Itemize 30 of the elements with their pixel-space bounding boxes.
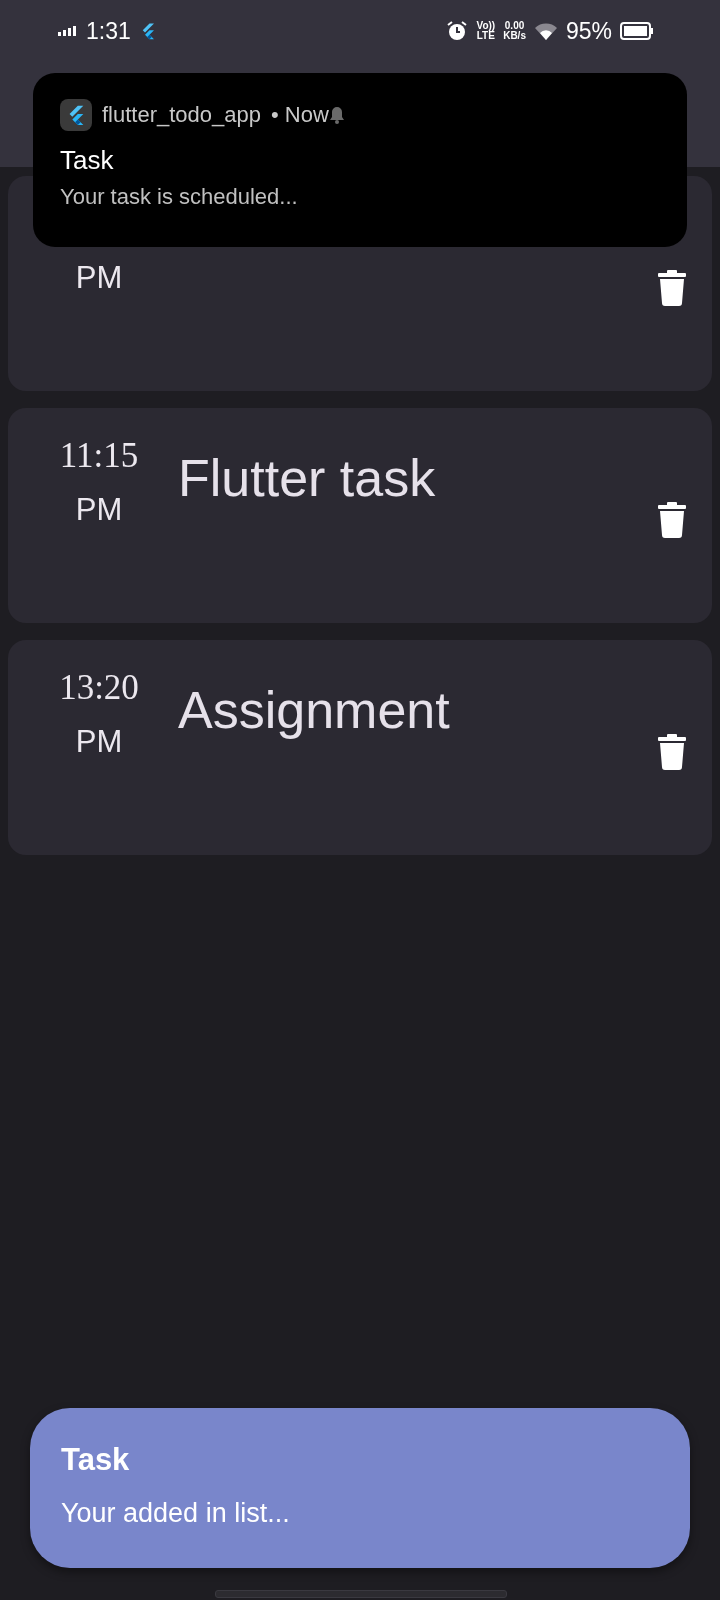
task-time: 13:20 xyxy=(59,667,139,709)
alarm-icon xyxy=(446,20,469,42)
task-card[interactable]: 13:20 PM Assignment xyxy=(8,640,712,855)
task-period: PM xyxy=(75,492,123,528)
notification-time: • Now xyxy=(271,102,329,128)
trash-icon[interactable] xyxy=(658,270,686,306)
task-period: PM xyxy=(75,260,123,296)
app-name: flutter_todo_app xyxy=(102,102,262,128)
clock-time: 1:31 xyxy=(86,17,131,45)
bell-icon xyxy=(328,106,345,124)
notification-body: Your task is scheduled... xyxy=(60,184,299,210)
trash-icon[interactable] xyxy=(658,502,686,538)
notification-title: Task xyxy=(60,145,115,176)
network-speed: 0.00 xyxy=(504,21,525,31)
battery-percent: 95% xyxy=(565,17,612,45)
wifi-icon xyxy=(533,22,558,40)
signal-icon xyxy=(58,26,78,36)
snackbar-message: Your added in list... xyxy=(61,1498,291,1529)
volte-label: Vo)) xyxy=(476,21,496,31)
battery-icon xyxy=(620,22,654,40)
task-period: PM xyxy=(75,724,123,760)
snackbar-title: Task xyxy=(61,1442,131,1478)
notification-toast[interactable]: flutter_todo_app • Now Task Your task is scheduled... xyxy=(33,73,687,247)
task-card[interactable]: 11:15 PM Flutter task xyxy=(8,408,712,623)
volte-label: LTE xyxy=(476,31,495,41)
task-title: Assignment xyxy=(178,681,450,739)
task-title: Flutter task xyxy=(178,449,436,507)
network-speed-unit: KB/s xyxy=(503,31,526,41)
task-time: 11:15 xyxy=(59,435,139,477)
trash-icon[interactable] xyxy=(658,734,686,770)
